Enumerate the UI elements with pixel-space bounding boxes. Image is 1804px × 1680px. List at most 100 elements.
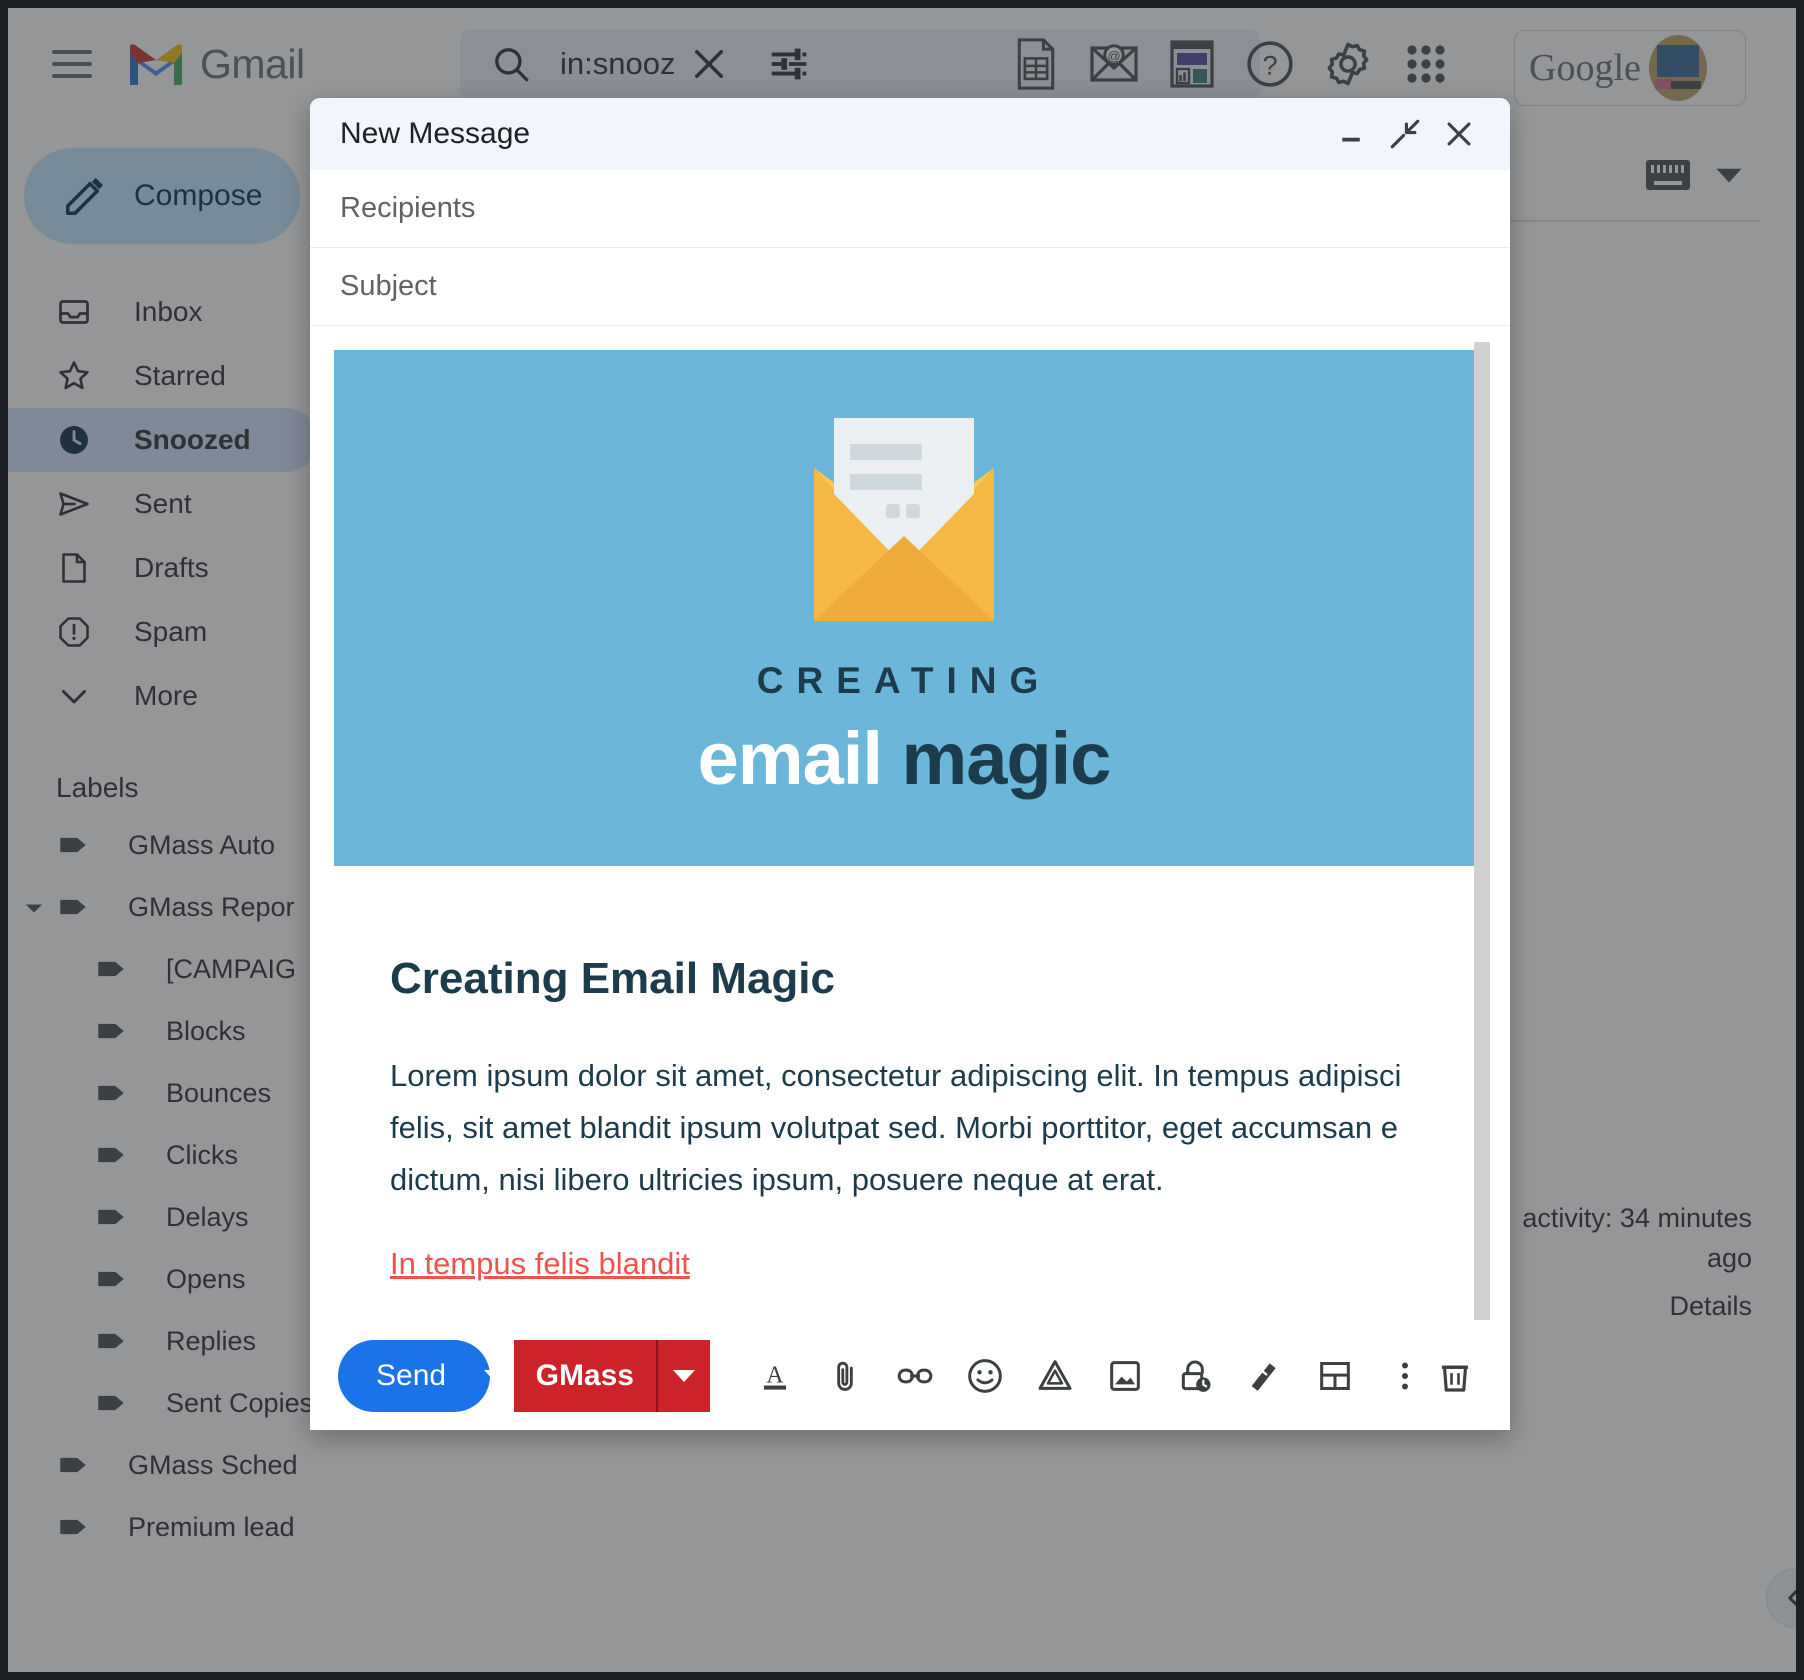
google-drive-icon[interactable] (1026, 1347, 1084, 1405)
sidebar-item-label: Sent (134, 488, 192, 520)
send-icon (56, 486, 92, 522)
draft-icon (56, 550, 92, 586)
sidebar-label-text: Blocks (166, 1016, 246, 1047)
compose-button-label: Compose (134, 179, 262, 213)
gmass-options-caret-down-icon[interactable] (658, 1340, 710, 1412)
email-body-link[interactable]: In tempus felis blandit (390, 1246, 690, 1282)
screenshot-root: Gmail in:snooz (0, 0, 1804, 1680)
sidebar-label-campaign[interactable]: [CAMPAIG (8, 938, 338, 1000)
sidebar-label-gmass-auto[interactable]: GMass Auto (8, 814, 338, 876)
open-envelope-icon (794, 416, 1014, 626)
search-icon (490, 43, 532, 85)
sidebar-item-spam[interactable]: Spam (8, 600, 318, 664)
insert-link-icon[interactable] (886, 1347, 944, 1405)
trash-icon[interactable] (1434, 1347, 1476, 1405)
sidebar-item-starred[interactable]: Starred (8, 344, 318, 408)
close-icon[interactable] (1432, 107, 1486, 161)
sidebar-label-text: Delays (166, 1202, 249, 1233)
sidebar-item-snoozed[interactable]: Snoozed (8, 408, 318, 472)
caret-down-icon[interactable] (20, 894, 48, 922)
sidebar-item-drafts[interactable]: Drafts (8, 536, 318, 600)
exit-full-screen-icon[interactable] (1378, 107, 1432, 161)
sidebar-label-bounces[interactable]: Bounces (8, 1062, 338, 1124)
sidebar-label-text: [CAMPAIG (166, 954, 296, 985)
banner-eyebrow: CREATING (757, 660, 1051, 702)
sidebar-label-sent-copies[interactable]: Sent Copies (8, 1372, 338, 1434)
sidebar-label-text: GMass Auto (128, 830, 275, 861)
sidebar-item-label: Snoozed (134, 424, 251, 456)
banner-title-word-2: magic (882, 717, 1110, 800)
compose-window-header[interactable]: New Message (310, 98, 1510, 170)
label-tag-icon (56, 890, 90, 924)
sidebar-item-inbox[interactable]: Inbox (8, 280, 318, 344)
send-options-caret-down-icon[interactable] (484, 1340, 490, 1412)
sidebar-nav: Inbox Starred Snoozed Sen (8, 280, 338, 728)
sidebar-label-clicks[interactable]: Clicks (8, 1124, 338, 1186)
sidebar-item-sent[interactable]: Sent (8, 472, 318, 536)
sidebar-label-text: Bounces (166, 1078, 271, 1109)
compose-button[interactable]: Compose (24, 148, 300, 244)
spam-icon (56, 614, 92, 650)
vertical-scrollbar[interactable] (1474, 342, 1490, 1320)
gear-icon[interactable] (1320, 34, 1376, 94)
confidential-mode-icon[interactable] (1166, 1347, 1224, 1405)
layout-icon[interactable] (1306, 1347, 1364, 1405)
compose-body-content: CREATING email magic Creating Email Magi… (310, 326, 1510, 1320)
email-paragraph: Lorem ipsum dolor sit amet, consectetur … (390, 1050, 1450, 1206)
keyboard-icon[interactable] (1646, 160, 1690, 190)
sidebar-item-label: More (134, 680, 198, 712)
banner-title: email magic (698, 716, 1111, 801)
gmass-button[interactable]: GMass (514, 1340, 710, 1412)
minimize-icon[interactable] (1324, 107, 1378, 161)
activity-line-2: ago (1707, 1243, 1752, 1273)
emoji-icon[interactable] (956, 1347, 1014, 1405)
formatting-icon[interactable]: A (746, 1347, 804, 1405)
sidebar-label-blocks[interactable]: Blocks (8, 1000, 338, 1062)
sidebar-item-label: Drafts (134, 552, 209, 584)
send-button[interactable]: Send (338, 1340, 490, 1412)
hamburger-icon[interactable] (40, 32, 104, 96)
compose-footer-toolbar: Send GMass A (310, 1320, 1510, 1430)
svg-text:?: ? (1262, 49, 1277, 80)
compose-window-title: New Message (340, 117, 1324, 151)
apps-grid-icon[interactable] (1398, 34, 1454, 94)
sidebar-label-replies[interactable]: Replies (8, 1310, 338, 1372)
account-chip[interactable]: Google (1514, 30, 1746, 106)
label-tag-icon (94, 1262, 128, 1296)
label-tag-icon (94, 1200, 128, 1234)
caret-down-icon[interactable] (1714, 164, 1744, 186)
keyboard-shortcut-row (1646, 160, 1744, 190)
star-icon (56, 358, 92, 394)
sheets-icon[interactable] (1008, 34, 1064, 94)
sidebar-label-gmass-scheduled[interactable]: GMass Sched (8, 1434, 338, 1496)
sidebar-label-text: GMass Repor (128, 892, 295, 923)
insert-photo-icon[interactable] (1096, 1347, 1154, 1405)
more-options-icon[interactable] (1376, 1347, 1434, 1405)
sidebar-item-label: Inbox (134, 296, 203, 328)
clock-icon (56, 422, 92, 458)
sidebar-label-delays[interactable]: Delays (8, 1186, 338, 1248)
mail-merge-icon[interactable]: @ (1086, 34, 1142, 94)
close-icon[interactable] (688, 43, 730, 85)
sidebar-item-more[interactable]: More (8, 664, 318, 728)
attach-file-icon[interactable] (816, 1347, 874, 1405)
help-icon[interactable]: ? (1242, 34, 1298, 94)
sidebar-label-premium-leads[interactable]: Premium lead (8, 1496, 338, 1558)
compose-window: New Message Recipient (310, 98, 1510, 1430)
campaign-builder-icon[interactable] (1164, 34, 1220, 94)
sidebar-label-gmass-reports[interactable]: GMass Repor (8, 876, 338, 938)
signature-icon[interactable] (1236, 1347, 1294, 1405)
account-avatar[interactable] (1649, 35, 1707, 101)
label-tag-icon (94, 952, 128, 986)
svg-text:A: A (766, 1362, 783, 1388)
collapse-panel-button[interactable] (1766, 1568, 1796, 1628)
subject-field[interactable]: Subject (310, 248, 1510, 326)
label-tag-icon (56, 1510, 90, 1544)
sidebar-label-opens[interactable]: Opens (8, 1248, 338, 1310)
search-input[interactable]: in:snooz (560, 46, 675, 82)
compose-body[interactable]: CREATING email magic Creating Email Magi… (310, 326, 1510, 1320)
recipients-field[interactable]: Recipients (310, 170, 1510, 248)
label-tag-icon (94, 1324, 128, 1358)
label-tag-icon (94, 1014, 128, 1048)
search-options-icon[interactable] (766, 41, 812, 87)
